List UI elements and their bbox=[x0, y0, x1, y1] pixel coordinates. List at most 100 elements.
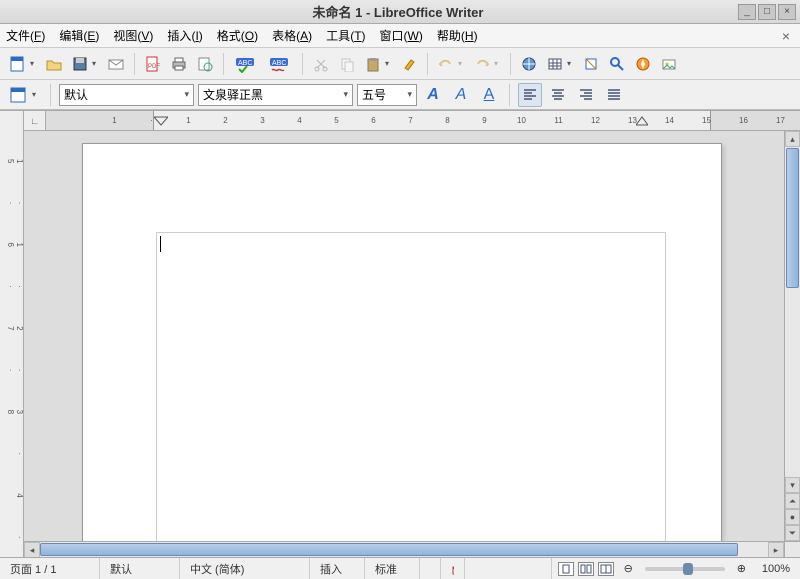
vertical-ruler[interactable]: 1 · 1 · 2 · 3 · 4 · 5 · 6 · 7 · 8 bbox=[0, 111, 24, 557]
menu-help[interactable]: 帮助(H) bbox=[437, 27, 478, 44]
window-close-button[interactable]: × bbox=[778, 4, 796, 20]
auto-spellcheck-button[interactable]: ABC bbox=[264, 52, 296, 76]
window-minimize-button[interactable]: _ bbox=[738, 4, 756, 20]
status-bar: 页面 1 / 1 默认 中文 (简体) 插入 标准 ⊖ ⊕ 100% bbox=[0, 557, 800, 579]
underline-button[interactable]: A bbox=[477, 83, 501, 107]
zoom-percent[interactable]: 100% bbox=[750, 558, 800, 579]
zoom-out-button[interactable]: ⊖ bbox=[620, 558, 637, 579]
vertical-scroll-thumb[interactable] bbox=[786, 148, 799, 288]
single-page-view-button[interactable] bbox=[558, 562, 574, 576]
spellcheck-button[interactable]: ABC bbox=[230, 52, 262, 76]
book-view-button[interactable] bbox=[598, 562, 614, 576]
navigator-button[interactable] bbox=[631, 52, 655, 76]
menu-window[interactable]: 窗口(W) bbox=[380, 27, 423, 44]
svg-text:ABC: ABC bbox=[272, 60, 286, 67]
paste-button[interactable] bbox=[361, 52, 385, 76]
status-selection-mode[interactable]: 标准 bbox=[365, 558, 420, 579]
horizontal-ruler[interactable]: 1·123456789101112131415161718 bbox=[46, 111, 800, 130]
styles-window-button[interactable] bbox=[6, 83, 30, 107]
font-size-combo[interactable]: ▾ bbox=[357, 84, 417, 106]
bold-button[interactable]: A bbox=[421, 83, 445, 107]
align-justify-button[interactable] bbox=[602, 83, 626, 107]
new-document-dropdown[interactable]: ▾ bbox=[30, 59, 40, 68]
font-size-input[interactable] bbox=[362, 88, 407, 102]
align-center-button[interactable] bbox=[546, 83, 570, 107]
status-insert-mode[interactable]: 插入 bbox=[310, 558, 365, 579]
status-page[interactable]: 页面 1 / 1 bbox=[0, 558, 100, 579]
status-modified-indicator bbox=[420, 558, 441, 579]
menu-edit[interactable]: 编辑(E) bbox=[59, 27, 99, 44]
view-layout-buttons bbox=[552, 562, 620, 576]
scroll-up-button[interactable]: ▴ bbox=[785, 131, 800, 147]
scroll-left-button[interactable]: ◂ bbox=[24, 542, 40, 557]
save-dropdown[interactable]: ▾ bbox=[92, 59, 102, 68]
title-bar: 未命名 1 - LibreOffice Writer _ □ × bbox=[0, 0, 800, 24]
hruler-ticks: 1·123456789101112131415161718 bbox=[96, 116, 800, 125]
print-button[interactable] bbox=[167, 52, 191, 76]
redo-dropdown[interactable]: ▾ bbox=[494, 59, 504, 68]
document-close-button[interactable]: × bbox=[778, 28, 794, 44]
find-replace-button[interactable] bbox=[605, 52, 629, 76]
separator bbox=[510, 53, 511, 75]
open-button[interactable] bbox=[42, 52, 66, 76]
formatting-toolbar: ▾ ▾ ▾ ▾ A A A bbox=[0, 80, 800, 110]
nav-object-button[interactable]: ● bbox=[785, 509, 800, 525]
separator bbox=[509, 84, 510, 106]
cut-button[interactable] bbox=[309, 52, 333, 76]
new-document-button[interactable] bbox=[6, 52, 30, 76]
save-button[interactable] bbox=[68, 52, 92, 76]
status-info bbox=[465, 558, 552, 579]
zoom-in-button[interactable]: ⊕ bbox=[733, 558, 750, 579]
zoom-slider[interactable] bbox=[645, 567, 725, 571]
status-language[interactable]: 中文 (简体) bbox=[180, 558, 310, 579]
menu-format[interactable]: 格式(O) bbox=[217, 27, 258, 44]
horizontal-scroll-thumb[interactable] bbox=[40, 543, 738, 556]
vruler-ticks: 1 · 1 · 2 · 3 · 4 · 5 · 6 · 7 · 8 bbox=[6, 159, 24, 557]
separator bbox=[302, 53, 303, 75]
status-signature[interactable] bbox=[441, 558, 465, 579]
print-preview-button[interactable] bbox=[193, 52, 217, 76]
next-page-button[interactable]: ⏷ bbox=[785, 525, 800, 541]
zoom-slider-knob[interactable] bbox=[683, 563, 693, 575]
menu-view[interactable]: 视图(V) bbox=[113, 27, 153, 44]
copy-button[interactable] bbox=[335, 52, 359, 76]
align-left-button[interactable] bbox=[518, 83, 542, 107]
menu-table[interactable]: 表格(A) bbox=[272, 27, 312, 44]
font-name-input[interactable] bbox=[203, 88, 343, 102]
email-button[interactable] bbox=[104, 52, 128, 76]
page[interactable] bbox=[82, 143, 722, 541]
vertical-scrollbar[interactable]: ▴ ▾ ⏶ ● ⏷ bbox=[784, 131, 800, 541]
prev-page-button[interactable]: ⏶ bbox=[785, 493, 800, 509]
standard-toolbar: ▾ ▾ PDF ABC ABC ▾ ▾ ▾ ▾ bbox=[0, 48, 800, 80]
horizontal-scrollbar[interactable]: ◂ ▸ bbox=[24, 541, 800, 557]
chevron-down-icon: ▾ bbox=[184, 89, 189, 100]
document-canvas[interactable] bbox=[24, 131, 784, 541]
window-maximize-button[interactable]: □ bbox=[758, 4, 776, 20]
scroll-right-button[interactable]: ▸ bbox=[768, 542, 784, 557]
paragraph-style-combo[interactable]: ▾ bbox=[59, 84, 194, 106]
italic-button[interactable]: A bbox=[449, 83, 473, 107]
font-name-combo[interactable]: ▾ bbox=[198, 84, 353, 106]
separator bbox=[427, 53, 428, 75]
paste-dropdown[interactable]: ▾ bbox=[385, 59, 395, 68]
text-body-frame[interactable] bbox=[156, 232, 666, 541]
undo-button[interactable] bbox=[434, 52, 458, 76]
hyperlink-button[interactable] bbox=[517, 52, 541, 76]
redo-button[interactable] bbox=[470, 52, 494, 76]
table-button[interactable] bbox=[543, 52, 567, 76]
undo-dropdown[interactable]: ▾ bbox=[458, 59, 468, 68]
align-right-button[interactable] bbox=[574, 83, 598, 107]
menu-insert[interactable]: 插入(I) bbox=[167, 27, 202, 44]
scroll-down-button[interactable]: ▾ bbox=[785, 477, 800, 493]
menu-file[interactable]: 文件(F) bbox=[6, 27, 45, 44]
table-dropdown[interactable]: ▾ bbox=[567, 59, 577, 68]
styles-dropdown[interactable]: ▾ bbox=[32, 90, 42, 99]
menu-tools[interactable]: 工具(T) bbox=[326, 27, 365, 44]
paragraph-style-input[interactable] bbox=[64, 88, 184, 102]
format-paintbrush-button[interactable] bbox=[397, 52, 421, 76]
gallery-button[interactable] bbox=[657, 52, 681, 76]
status-style[interactable]: 默认 bbox=[100, 558, 180, 579]
show-draw-functions-button[interactable] bbox=[579, 52, 603, 76]
multi-page-view-button[interactable] bbox=[578, 562, 594, 576]
export-pdf-button[interactable]: PDF bbox=[141, 52, 165, 76]
